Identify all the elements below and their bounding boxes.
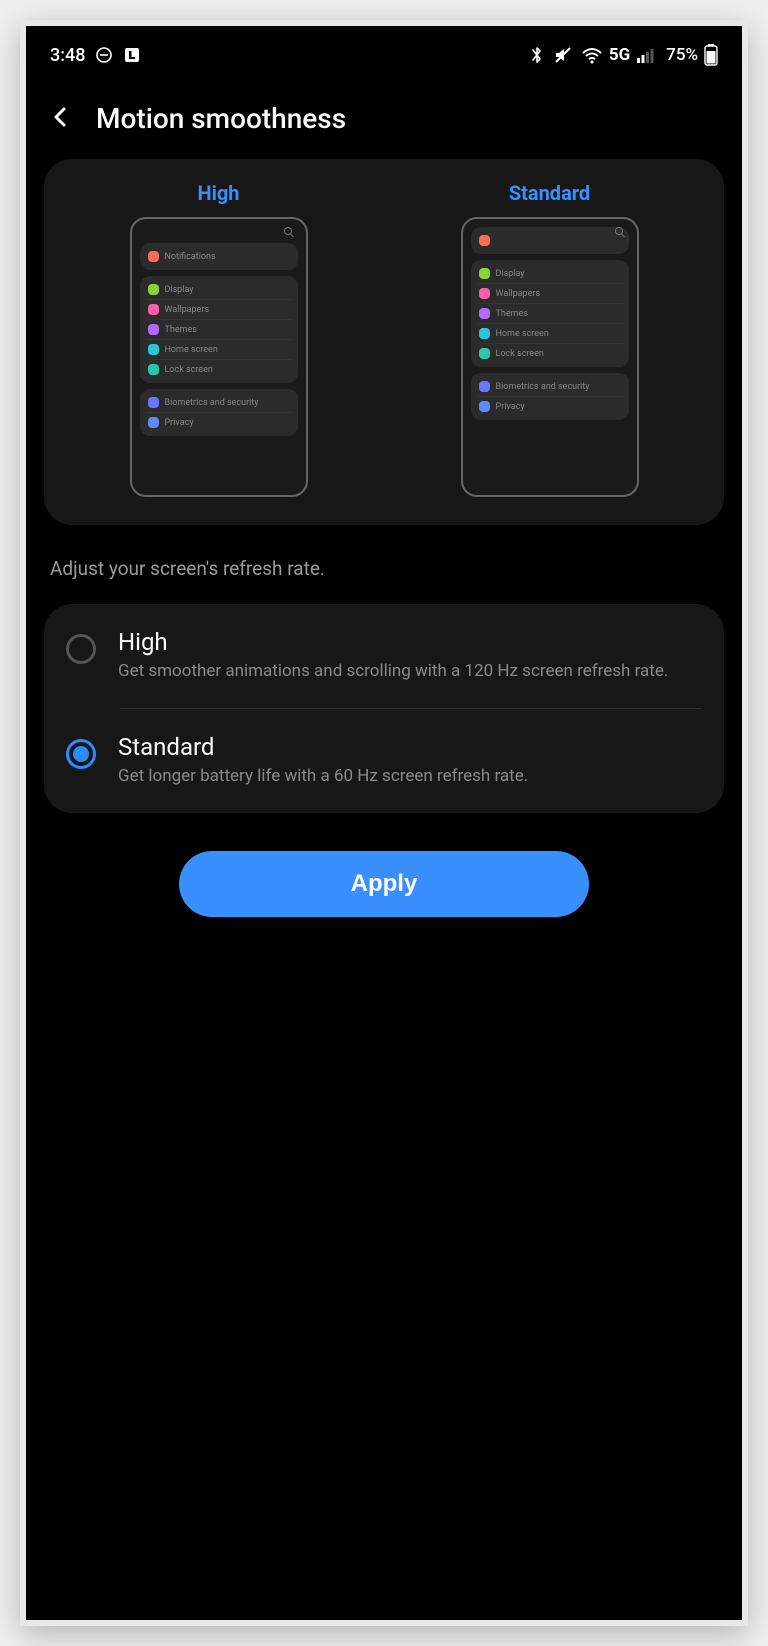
options-card: High Get smoother animations and scrolli… (44, 604, 724, 813)
page-title: Motion smoothness (96, 102, 346, 135)
privacy-icon (479, 401, 490, 412)
mini-item-label: Wallpapers (165, 305, 210, 315)
mini-phone-standard: Display Wallpapers Themes Home screen Lo… (461, 217, 639, 497)
radio-unchecked-icon[interactable] (66, 634, 96, 664)
mini-item-label: Biometrics and security (165, 398, 259, 408)
mini-item-label: Display (165, 285, 194, 295)
apply-button[interactable]: Apply (179, 851, 589, 917)
option-high-title: High (118, 628, 702, 656)
wifi-icon (581, 45, 603, 65)
search-icon (615, 227, 623, 235)
mini-item-label: Themes (165, 325, 197, 335)
section-description: Adjust your screen's refresh rate. (26, 525, 742, 604)
search-icon (284, 227, 292, 235)
home-screen-icon (479, 328, 490, 339)
mini-item-label: Home screen (496, 329, 549, 339)
network-label: 5G (609, 45, 630, 65)
preview-card: High Notifications Display Wallpapers Th… (44, 159, 724, 525)
mini-item-label: Lock screen (496, 349, 544, 359)
back-button[interactable] (48, 105, 72, 133)
display-icon (148, 284, 159, 295)
device-screen: 3:48 5G 75% (20, 20, 748, 1626)
mini-item-label: Themes (496, 309, 528, 319)
option-standard-subtitle: Get longer battery life with a 60 Hz scr… (118, 765, 702, 789)
privacy-icon (148, 417, 159, 428)
themes-icon (148, 324, 159, 335)
signal-icon (636, 46, 656, 64)
mini-item-label: Biometrics and security (496, 382, 590, 392)
status-bar-right: 5G 75% (529, 44, 718, 66)
status-time: 3:48 (50, 45, 85, 66)
themes-icon (479, 308, 490, 319)
mini-item-label: Privacy (496, 402, 525, 412)
dnd-icon (95, 46, 113, 64)
mini-item-label: Wallpapers (496, 289, 541, 299)
option-standard[interactable]: Standard Get longer battery life with a … (44, 709, 724, 813)
status-bar-left: 3:48 (50, 45, 141, 66)
mini-item-label: Display (496, 269, 525, 279)
mini-item-label: Lock screen (165, 365, 213, 375)
lock-screen-icon (479, 348, 490, 359)
battery-icon (704, 44, 718, 66)
wallpapers-icon (148, 304, 159, 315)
chevron-left-icon (48, 105, 72, 129)
biometrics-icon (148, 397, 159, 408)
lock-screen-icon (148, 364, 159, 375)
notifications-icon (479, 235, 490, 246)
radio-checked-icon[interactable] (66, 739, 96, 769)
status-bar: 3:48 5G 75% (26, 26, 742, 84)
page-header: Motion smoothness (26, 84, 742, 159)
mini-item-label: Home screen (165, 345, 218, 355)
option-high-subtitle: Get smoother animations and scrolling wi… (118, 660, 702, 684)
mute-icon (553, 45, 573, 65)
biometrics-icon (479, 381, 490, 392)
mini-item-label: Privacy (165, 418, 194, 428)
wallpapers-icon (479, 288, 490, 299)
home-screen-icon (148, 344, 159, 355)
option-high[interactable]: High Get smoother animations and scrolli… (44, 604, 724, 708)
mini-item-label: Notifications (165, 252, 216, 262)
battery-label: 75% (666, 45, 698, 65)
bluetooth-icon (529, 45, 545, 65)
display-icon (479, 268, 490, 279)
preview-standard[interactable]: Standard Display Wallpapers Themes Home … (393, 181, 706, 497)
preview-high[interactable]: High Notifications Display Wallpapers Th… (62, 181, 375, 497)
preview-high-label: High (197, 181, 239, 205)
option-standard-title: Standard (118, 733, 702, 761)
notifications-icon (148, 251, 159, 262)
mini-item-label (496, 236, 498, 246)
mini-phone-high: Notifications Display Wallpapers Themes … (130, 217, 308, 497)
preview-standard-label: Standard (509, 181, 590, 205)
app-badge-icon (123, 46, 141, 64)
